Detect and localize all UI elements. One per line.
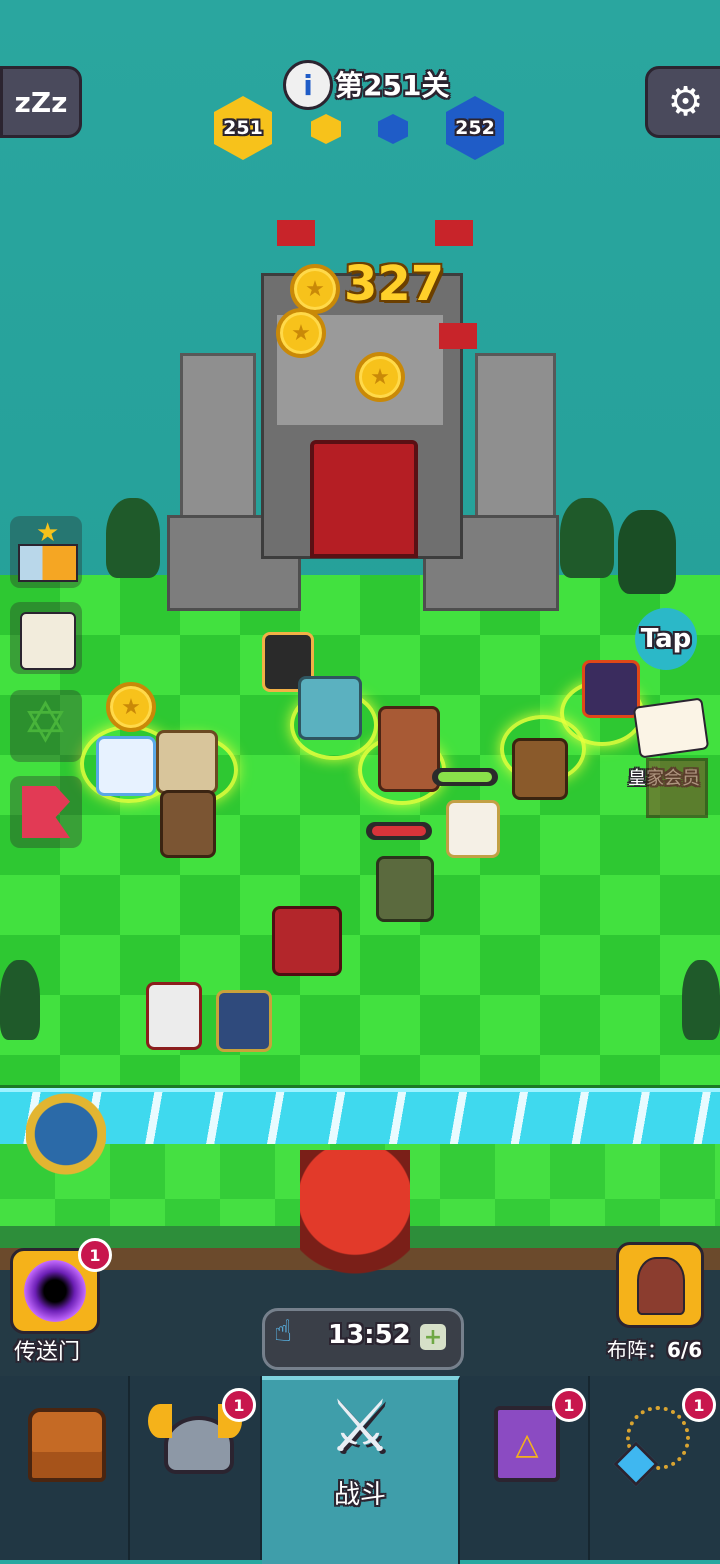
spellbook-icon: △ — [494, 1406, 560, 1482]
river — [0, 1088, 720, 1148]
dropped-coin-icon[interactable]: ★ — [106, 682, 156, 732]
coin-icon-2: ★ — [276, 308, 326, 358]
nav-tab-spellbook[interactable]: △ 1 — [460, 1376, 590, 1560]
quest-scroll-button[interactable] — [10, 602, 82, 674]
flag-right — [435, 220, 473, 246]
viking-hero-icon — [637, 1257, 685, 1315]
trophy-icon — [18, 544, 78, 582]
add-time-button[interactable]: + — [420, 1324, 446, 1350]
hero-trident-creature[interactable] — [26, 1090, 106, 1200]
plus-icon: + — [423, 1324, 443, 1350]
timer-value: 13:52 — [328, 1320, 411, 1350]
castle-gate — [310, 440, 418, 558]
ally-unit-mage[interactable] — [96, 736, 156, 796]
sleep-zzz-icon: zZz — [14, 85, 68, 119]
tree-left — [106, 498, 160, 578]
treasure-chest-icon — [28, 1408, 106, 1482]
sleep-button[interactable]: zZz — [0, 66, 82, 138]
info-button[interactable]: i — [283, 60, 333, 110]
tree-bottom-right — [682, 960, 720, 1040]
enemy-unit-fire-dragon[interactable] — [582, 660, 640, 718]
heroes-badge: 1 — [222, 1388, 256, 1422]
hexagram-button[interactable]: ✡ — [10, 690, 82, 762]
red-banner-icon — [22, 786, 70, 838]
info-icon: i — [303, 68, 313, 102]
nav-tab-amulet[interactable]: 1 — [590, 1376, 720, 1560]
castle-coin-count: 327 — [344, 256, 445, 312]
helmet-wing-left — [148, 1404, 172, 1438]
tree-right — [560, 498, 614, 578]
wooden-crate — [646, 758, 708, 818]
crossed-swords-icon: ⚔ — [327, 1384, 393, 1468]
scroll-map-icon — [20, 612, 76, 670]
ally-unit-chest-warrior[interactable] — [156, 730, 218, 794]
enemy-health-bar — [366, 822, 432, 840]
hero-red-hair[interactable] — [300, 1150, 410, 1310]
tap-text: Tap — [640, 624, 692, 654]
tree-bottom-left — [0, 960, 40, 1040]
nav-tab-heroes[interactable]: 1 — [130, 1376, 262, 1560]
formation-text: 布阵： — [607, 1338, 667, 1362]
royal-member-card-icon[interactable] — [632, 697, 710, 759]
level-title: 第251关 — [335, 69, 450, 102]
pointer-hand-icon: ☝ — [274, 1314, 293, 1349]
portal-label: 传送门 — [14, 1340, 81, 1365]
tap-bubble[interactable]: Tap — [635, 608, 697, 670]
black-hole-portal-icon — [24, 1260, 86, 1322]
ally-unit-blue-box[interactable] — [216, 990, 272, 1052]
spellbook-badge: 1 — [552, 1388, 586, 1422]
battle-board[interactable] — [0, 575, 720, 1095]
ally-unit-knight[interactable] — [446, 800, 500, 858]
coin-icon-3: ★ — [355, 352, 405, 402]
gear-icon: ⚙ — [667, 79, 704, 125]
star-icon: ★ — [36, 518, 60, 548]
ally-unit-red-shield[interactable] — [272, 906, 342, 976]
portal-badge: 1 — [78, 1238, 112, 1272]
flag-right-low — [439, 323, 477, 349]
tree-right-2 — [618, 510, 676, 594]
hexagram-icon: ✡ — [22, 691, 69, 756]
enemy-unit-beast[interactable] — [512, 738, 568, 800]
enemy-unit-barrel-orc[interactable] — [376, 856, 434, 922]
settings-button[interactable]: ⚙ — [645, 66, 720, 138]
amulet-badge: 1 — [682, 1388, 716, 1422]
enemy-unit-tiki-warrior[interactable] — [378, 706, 440, 792]
nav-tab-battle[interactable]: ⚔ 战斗 — [262, 1376, 460, 1564]
enemy-unit-ice-monster[interactable] — [298, 676, 362, 740]
formation-count: 6/6 — [667, 1338, 703, 1362]
nav-tab-chest[interactable] — [0, 1376, 130, 1560]
flag-left — [277, 220, 315, 246]
formation-button[interactable] — [616, 1242, 704, 1328]
leaderboard-button[interactable]: ★ — [10, 516, 82, 588]
formation-label: 布阵：6/6 — [607, 1334, 702, 1363]
ally-health-bar — [432, 768, 498, 786]
banner-button[interactable] — [10, 776, 82, 848]
coin-icon: ★ — [290, 264, 340, 314]
ally-unit-white-swordsman[interactable] — [146, 982, 202, 1050]
battle-tab-label: 战斗 — [333, 1480, 386, 1510]
ally-unit-archer[interactable] — [160, 790, 216, 858]
